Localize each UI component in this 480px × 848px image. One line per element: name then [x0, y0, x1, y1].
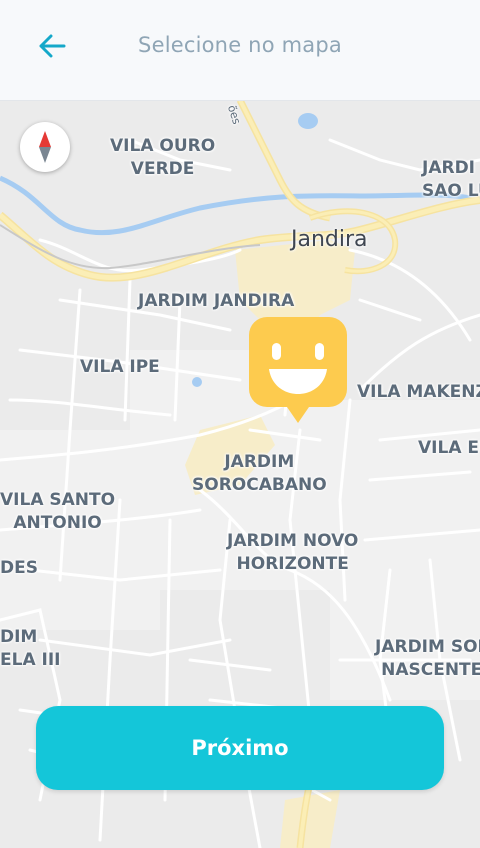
page-title: Selecione no mapa	[138, 33, 342, 57]
label-vila-makenzie: VILA MAKENZ	[357, 382, 480, 402]
label-vila-ouro-verde: VILA OURO VERDE	[110, 136, 216, 179]
label-jardim-sao-luis: JARDI SAO LU	[422, 158, 480, 201]
compass-button[interactable]	[20, 122, 70, 172]
city-label: Jandira	[291, 227, 368, 252]
label-jardim-bela-iii: DIM ELA III	[0, 627, 61, 670]
label-jardim-novo-horizonte: JARDIM NOVO HORIZONTE	[227, 531, 359, 574]
label-vila-eu: VILA EU	[418, 438, 480, 458]
label-jardim-sol-nascente: JARDIM SOL NASCENTE	[375, 637, 480, 680]
location-pin[interactable]	[249, 317, 347, 429]
label-des: DES	[0, 558, 38, 578]
label-jardim-sorocabano: JARDIM SOROCABANO	[192, 452, 327, 495]
label-vila-ipe: VILA IPE	[80, 357, 160, 377]
next-button[interactable]: Próximo	[36, 706, 444, 790]
top-bar: Selecione no mapa	[0, 0, 480, 101]
compass-icon	[39, 131, 51, 163]
smiley-pin-icon	[249, 317, 347, 423]
label-vila-santo-antonio: VILA SANTO ANTONIO	[0, 490, 116, 533]
label-jardim-jandira: JARDIM JANDIRA	[138, 291, 295, 311]
